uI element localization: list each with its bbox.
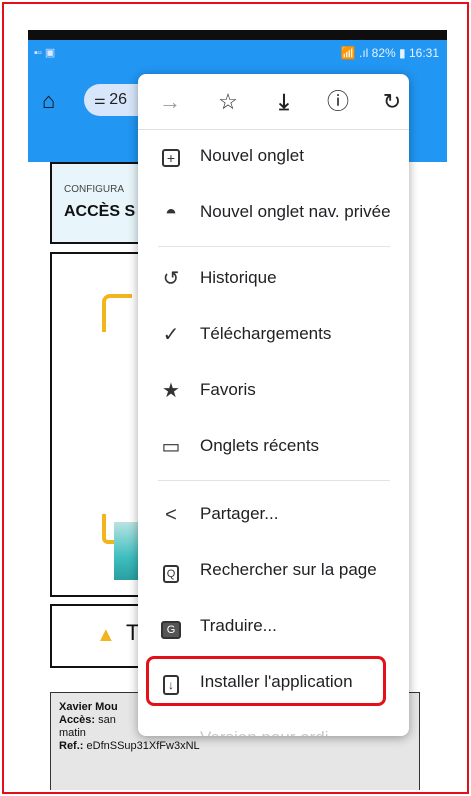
menu-item-find-in-page[interactable]: Q Rechercher sur la page (138, 548, 409, 596)
image-card (50, 252, 154, 597)
download-icon[interactable]: ⤓ (270, 88, 298, 116)
site-settings-icon: ⚌ (94, 92, 110, 107)
menu-separator (158, 480, 390, 481)
bookmark-star-icon: ★ (162, 380, 180, 402)
find-in-page-icon: Q (158, 558, 184, 584)
refresh-icon[interactable]: ↻ (378, 88, 406, 116)
access-heading: ACCÈS S (64, 203, 136, 220)
home-icon[interactable]: ⌂ (42, 88, 68, 114)
desktop-site-icon: ▭ (158, 726, 184, 736)
share-icon: < (165, 504, 177, 526)
reference-line: Ref.: eDfnSSup31XfFw3xNL (59, 740, 200, 752)
arrow-forward-icon[interactable]: → (156, 88, 184, 116)
menu-item-recent-tabs[interactable]: ▭ Onglets récents (138, 424, 409, 472)
star-icon[interactable]: ☆ (214, 88, 242, 116)
config-label: CONFIGURA (64, 184, 124, 195)
menu-action-row: → ☆ ⤓ ⓘ ↻ (138, 74, 409, 130)
warning-icon: ▲ (96, 624, 116, 646)
history-icon: ↺ (162, 268, 180, 290)
menu-item-desktop-site[interactable]: ▭ Version pour ordi (138, 716, 409, 736)
status-bar: ▪▫ ▣ 📶 .ıl 82% ▮ 16:31 (28, 30, 447, 70)
menu-item-history[interactable]: ↺ Historique (138, 256, 409, 304)
config-card: CONFIGURA ACCÈS S (50, 162, 150, 244)
menu-item-new-tab[interactable]: + Nouvel onglet (138, 134, 409, 182)
menu-item-downloads[interactable]: ✓ Téléchargements (138, 312, 409, 360)
menu-separator (158, 246, 390, 247)
overflow-menu: → ☆ ⤓ ⓘ ↻ + Nouvel onglet ◓ Nouvel ongle… (138, 74, 409, 736)
new-tab-icon: + (158, 144, 184, 170)
info-icon[interactable]: ⓘ (324, 88, 352, 116)
install-app-highlight (146, 656, 386, 706)
url-text: 26 (109, 91, 128, 108)
corner-bracket-top (102, 294, 132, 332)
menu-item-translate[interactable]: G Traduire... (138, 604, 409, 652)
warning-card: ▲ T (50, 604, 150, 668)
menu-item-incognito-tab[interactable]: ◓ Nouvel onglet nav. privée (138, 190, 409, 238)
recent-tabs-icon: ▭ (161, 436, 181, 458)
incognito-icon: ◓ (164, 202, 178, 224)
menu-item-share[interactable]: < Partager... (138, 492, 409, 540)
translate-icon: G (158, 614, 184, 640)
menu-item-bookmarks[interactable]: ★ Favoris (138, 368, 409, 416)
status-right-info: 📶 .ıl 82% ▮ 16:31 (340, 46, 439, 60)
downloads-icon: ✓ (162, 324, 180, 346)
status-left-icons: ▪▫ ▣ (34, 47, 56, 59)
